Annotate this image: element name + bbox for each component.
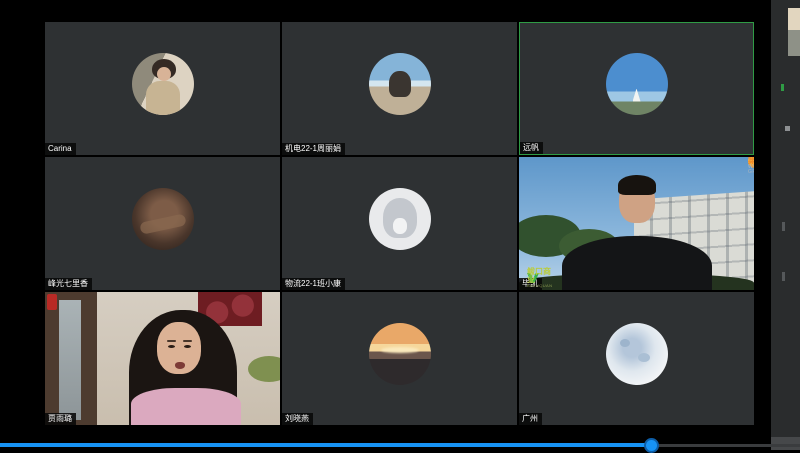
participant-tile[interactable]: 峰光七里香 xyxy=(45,157,280,290)
participant-tile-video[interactable]: 贾雨璐 xyxy=(45,292,280,425)
participant-name-label: 贾雨璐 xyxy=(45,413,76,425)
red-knot-decor xyxy=(47,294,57,310)
participant-name-label: 机电22-1周丽娟 xyxy=(282,143,345,155)
avatar xyxy=(369,323,431,385)
avatar xyxy=(606,323,668,385)
list-marker xyxy=(782,222,785,231)
participant-name-label: 峰光七里香 xyxy=(45,278,92,290)
avatar xyxy=(132,53,194,115)
list-marker xyxy=(782,272,785,281)
progress-knob[interactable] xyxy=(644,438,659,453)
participant-tile-video[interactable]: 沃德集团 WOD GROUP 鲅口商业 BAYUQUAN 毕凯 xyxy=(519,157,754,290)
participant-name-label: 刘晓燕 xyxy=(282,413,313,425)
participant-name-label: Carina xyxy=(45,143,76,155)
progress-fill xyxy=(0,443,652,447)
participant-tile[interactable]: 广州 xyxy=(519,292,754,425)
participant-name-label: 广州 xyxy=(519,413,542,425)
participant-tile-active-speaker[interactable]: 远帆 xyxy=(519,22,754,155)
player-progress-bar[interactable] xyxy=(0,442,800,450)
participant-tile[interactable]: Carina xyxy=(45,22,280,155)
avatar xyxy=(606,53,668,115)
avatar xyxy=(369,53,431,115)
participant-tile[interactable]: 刘晓燕 xyxy=(282,292,517,425)
video-thumbnail-fragment xyxy=(788,8,800,56)
scroll-handle[interactable] xyxy=(785,126,790,131)
avatar xyxy=(369,188,431,250)
participant-tile[interactable]: 机电22-1周丽娟 xyxy=(282,22,517,155)
participant-tile[interactable]: 物流22-1班小康 xyxy=(282,157,517,290)
video-feed-man: 沃德集团 WOD GROUP 鲅口商业 BAYUQUAN xyxy=(519,157,754,290)
avatar xyxy=(132,188,194,250)
participant-name-label: 物流22-1班小康 xyxy=(282,278,345,290)
video-feed-woman xyxy=(45,292,280,425)
participant-name-label: 远帆 xyxy=(520,142,543,154)
side-panel-strip[interactable] xyxy=(771,0,800,450)
green-tick-mark xyxy=(781,84,784,91)
